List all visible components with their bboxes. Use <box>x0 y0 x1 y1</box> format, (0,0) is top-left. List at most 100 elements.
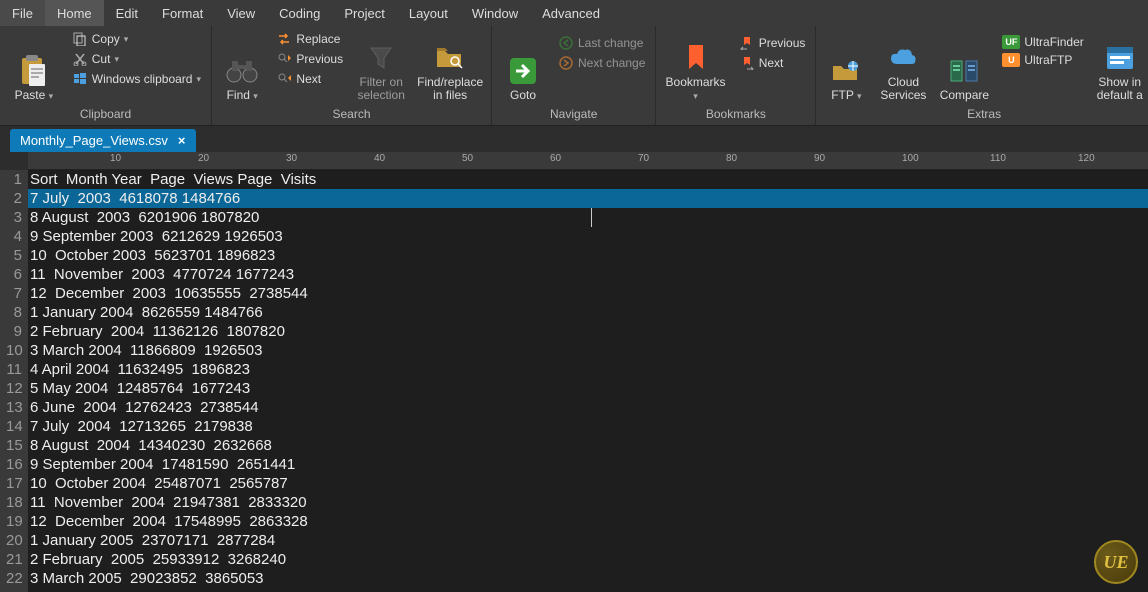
filter-button[interactable]: Filter on selection <box>353 28 409 102</box>
ultrafinder-button[interactable]: UFUltraFinder <box>998 34 1087 50</box>
compare-icon <box>948 55 980 87</box>
bookmark-previous-button[interactable]: Previous <box>735 34 810 52</box>
code-line: 7 July 2003 4618078 1484766 <box>28 189 1148 208</box>
ftp-label: FTP <box>831 88 853 102</box>
caret-down-icon: ▾ <box>693 91 698 101</box>
goto-label: Goto <box>510 89 536 102</box>
windows-clipboard-button[interactable]: Windows clipboard ▾ <box>68 70 205 88</box>
copy-icon <box>72 31 88 47</box>
find-next-button[interactable]: Next <box>272 70 347 88</box>
menu-bar: FileHomeEditFormatViewCodingProjectLayou… <box>0 0 1148 26</box>
line-number: 6 <box>6 265 22 284</box>
menu-format[interactable]: Format <box>150 0 215 26</box>
caret-down-icon: ▾ <box>253 91 258 101</box>
bookmark-next-button[interactable]: Next <box>735 54 810 72</box>
line-number: 3 <box>6 208 22 227</box>
code-line: 1 January 2004 8626559 1484766 <box>28 303 1148 322</box>
find-button[interactable]: Find ▾ <box>218 28 266 102</box>
ruler-tick: 70 <box>638 153 649 164</box>
find-in-files-button[interactable]: Find/replace in files <box>415 28 485 102</box>
line-number: 17 <box>6 474 22 493</box>
code-line: 10 October 2003 5623701 1896823 <box>28 246 1148 265</box>
line-number: 4 <box>6 227 22 246</box>
next-change-button[interactable]: Next change <box>554 54 649 72</box>
caret-down-icon: ▾ <box>114 54 119 65</box>
uc-badge-icon: U <box>1002 53 1020 67</box>
bookmark-prev-icon <box>739 35 755 51</box>
copy-button[interactable]: Copy ▾ <box>68 30 205 48</box>
code-line: 8 August 2003 6201906 1807820 <box>28 208 1148 227</box>
ruler-tick: 50 <box>462 153 473 164</box>
code-area[interactable]: Sort Month Year Page Views Page Visits7 … <box>28 170 1148 592</box>
ruler: 0102030405060708090100110120130 <box>28 152 1148 170</box>
find-previous-button[interactable]: Previous <box>272 50 347 68</box>
show-in-default-button[interactable]: Show in default a <box>1094 28 1146 102</box>
paste-button[interactable]: Paste ▾ <box>6 28 62 102</box>
app-window-icon <box>1104 42 1136 74</box>
caret-down-icon: ▾ <box>857 91 862 101</box>
group-label: Extras <box>822 105 1145 125</box>
ribbon-group-bookmarks: Bookmarks ▾ Previous Next Bookmarks <box>656 26 816 125</box>
group-label: Bookmarks <box>662 105 809 125</box>
ultraftp-button[interactable]: UUltraFTP <box>998 52 1087 68</box>
cut-label: Cut <box>92 52 111 66</box>
lastchange-label: Last change <box>578 36 643 50</box>
ribbon-group-clipboard: Paste ▾ Copy ▾ Cut ▾ Windows clipboard ▾… <box>0 26 212 125</box>
line-number: 16 <box>6 455 22 474</box>
tab-close-button[interactable]: × <box>178 133 186 148</box>
menu-view[interactable]: View <box>215 0 267 26</box>
next-label: Next <box>296 72 321 86</box>
replace-button[interactable]: Replace <box>272 30 347 48</box>
file-tab[interactable]: Monthly_Page_Views.csv × <box>10 129 196 152</box>
paste-label: Paste <box>15 88 46 102</box>
last-change-button[interactable]: Last change <box>554 34 649 52</box>
windows-icon <box>72 71 88 87</box>
ruler-tick: 100 <box>902 153 919 164</box>
menu-layout[interactable]: Layout <box>397 0 460 26</box>
line-number: 14 <box>6 417 22 436</box>
uf-label: UltraFinder <box>1024 35 1083 49</box>
line-number: 9 <box>6 322 22 341</box>
line-number: 20 <box>6 531 22 550</box>
code-line: 11 November 2003 4770724 1677243 <box>28 265 1148 284</box>
cloud-icon <box>887 42 919 74</box>
cloud-button[interactable]: Cloud Services <box>876 28 930 102</box>
ftp-button[interactable]: FTP ▾ <box>822 28 870 102</box>
line-number: 22 <box>6 569 22 588</box>
cut-button[interactable]: Cut ▾ <box>68 50 205 68</box>
menu-advanced[interactable]: Advanced <box>530 0 612 26</box>
ruler-tick: 120 <box>1078 153 1095 164</box>
code-line: 4 April 2004 11632495 1896823 <box>28 360 1148 379</box>
menu-window[interactable]: Window <box>460 0 530 26</box>
ribbon-group-navigate: Goto Last change Next change Navigate <box>492 26 656 125</box>
code-line: 1 January 2005 23707171 2877284 <box>28 531 1148 550</box>
menu-edit[interactable]: Edit <box>104 0 150 26</box>
code-line: 12 December 2004 17548995 2863328 <box>28 512 1148 531</box>
group-label: Search <box>218 105 485 125</box>
goto-button[interactable]: Goto <box>498 28 548 102</box>
menu-project[interactable]: Project <box>332 0 396 26</box>
menu-home[interactable]: Home <box>45 0 104 26</box>
menu-file[interactable]: File <box>0 0 45 26</box>
caret-down-icon: ▾ <box>124 34 129 45</box>
code-line: 2 February 2005 25933912 3268240 <box>28 550 1148 569</box>
compare-button[interactable]: Compare <box>936 28 992 102</box>
ruler-tick: 90 <box>814 153 825 164</box>
ribbon: Paste ▾ Copy ▾ Cut ▾ Windows clipboard ▾… <box>0 26 1148 126</box>
line-number: 5 <box>6 246 22 265</box>
line-number: 21 <box>6 550 22 569</box>
previous-icon <box>276 51 292 67</box>
bookmarks-button[interactable]: Bookmarks ▾ <box>662 28 728 102</box>
menu-coding[interactable]: Coding <box>267 0 332 26</box>
code-line: 12 December 2003 10635555 2738544 <box>28 284 1148 303</box>
code-line: 3 March 2005 29023852 3865053 <box>28 569 1148 588</box>
code-line: 7 July 2004 12713265 2179838 <box>28 417 1148 436</box>
tab-bar: Monthly_Page_Views.csv × <box>0 126 1148 152</box>
line-number: 12 <box>6 379 22 398</box>
filter-label: Filter on selection <box>353 76 409 102</box>
group-label: Navigate <box>498 105 649 125</box>
code-line: 9 September 2004 17481590 2651441 <box>28 455 1148 474</box>
caret-down-icon: ▾ <box>49 91 54 101</box>
find-label: Find <box>227 88 250 102</box>
cut-icon <box>72 51 88 67</box>
